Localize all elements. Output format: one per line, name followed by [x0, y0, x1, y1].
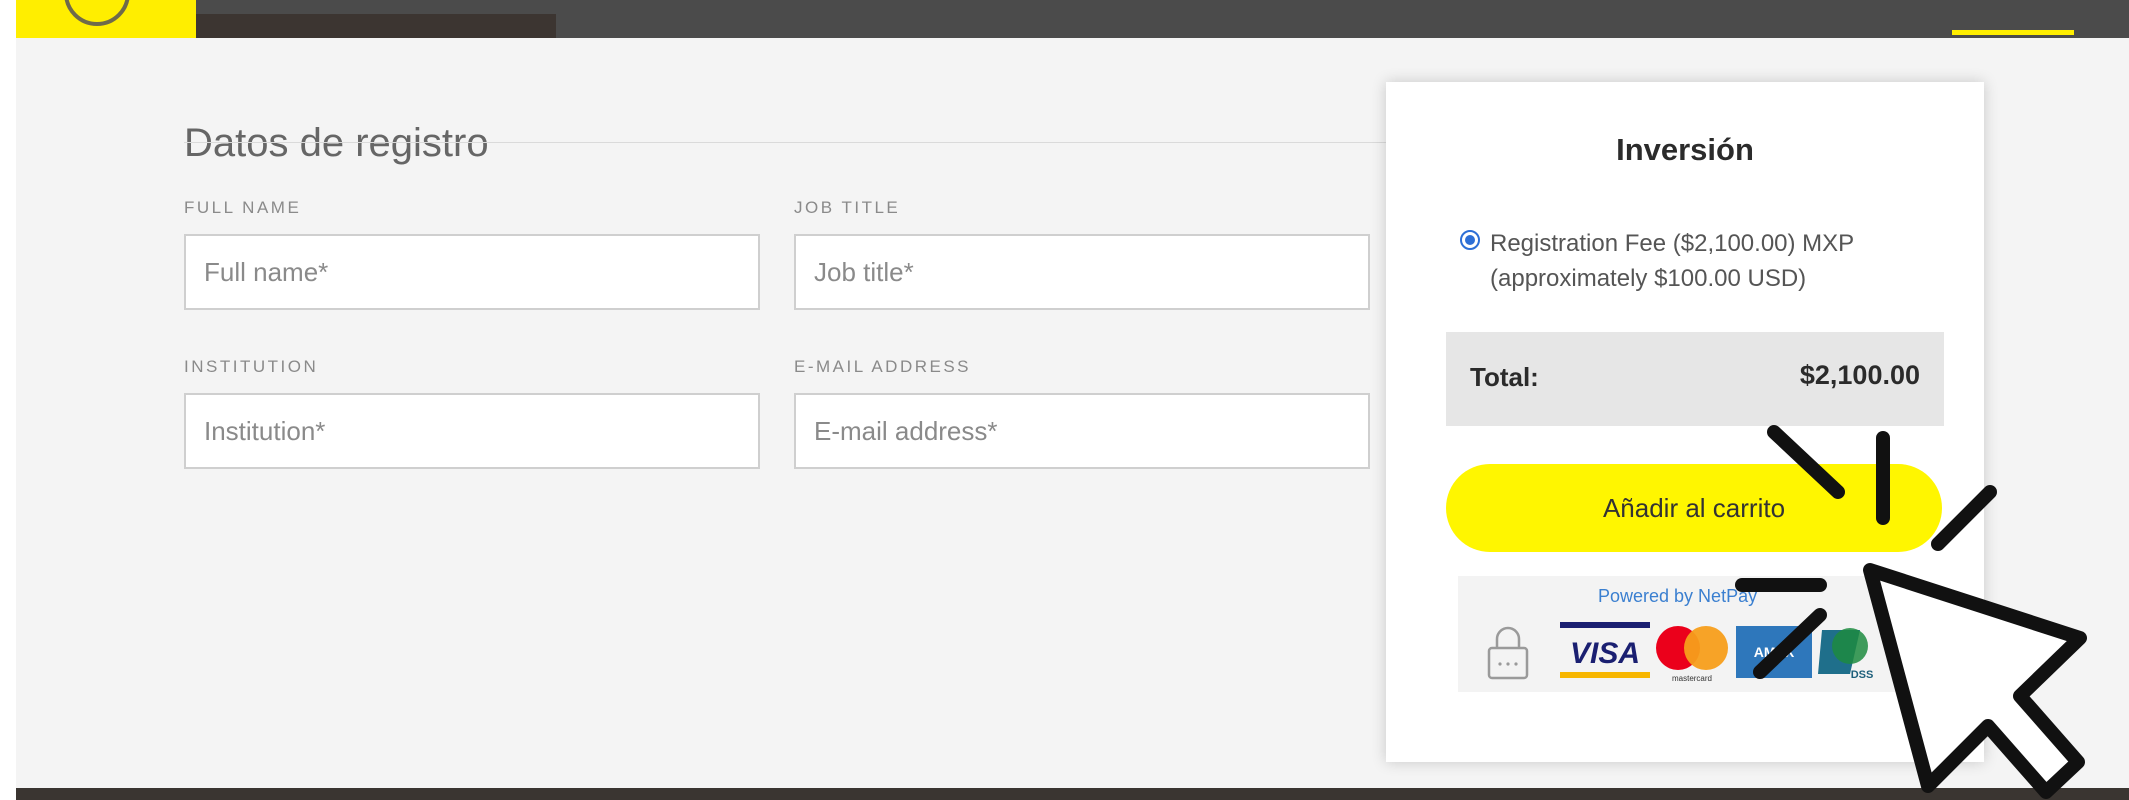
institution-label: INSTITUTION: [184, 357, 319, 376]
title-divider: [184, 142, 1388, 143]
top-navigation-bar: [16, 0, 2129, 38]
registration-fee-radio[interactable]: [1460, 230, 1480, 250]
mastercard-logo: mastercard: [1656, 626, 1728, 683]
total-label: Total:: [1470, 362, 1539, 392]
payment-panel: Powered by NetPay VISA mastercard AMEX D…: [1458, 576, 1900, 692]
pci-dss-logo: DSS: [1818, 628, 1873, 681]
visa-logo: VISA: [1560, 622, 1650, 678]
visa-text: VISA: [1570, 637, 1640, 670]
powered-by-text: Powered by NetPay: [1598, 586, 1758, 606]
total-value: $2,100.00: [1799, 360, 1920, 390]
amex-text: AMEX: [1754, 644, 1795, 660]
mastercard-text: mastercard: [1672, 674, 1712, 683]
active-nav-indicator: [1952, 30, 2074, 35]
investment-card: Inversión Registration Fee ($2,100.00) M…: [1386, 82, 1984, 762]
full-name-input[interactable]: [184, 234, 760, 310]
full-name-label: FULL NAME: [184, 198, 302, 217]
registration-fee-option[interactable]: Registration Fee ($2,100.00) MXP (approx…: [1490, 226, 1900, 296]
institution-input[interactable]: [184, 393, 760, 469]
page-frame: Datos de registro FULL NAME JOB TITLE IN…: [16, 0, 2129, 800]
footer-bar: [16, 788, 2129, 800]
radio-selected-dot: [1465, 235, 1475, 245]
email-input[interactable]: [794, 393, 1370, 469]
nav-segment: [196, 14, 556, 38]
dss-text: DSS: [1851, 669, 1874, 681]
logo-emblem-icon: [64, 0, 130, 26]
form-title: Datos de registro: [184, 121, 489, 166]
option-price-text: Registration Fee ($2,100.00) MXP: [1490, 230, 1855, 257]
site-logo[interactable]: [16, 0, 196, 38]
add-to-cart-button[interactable]: Añadir al carrito: [1446, 464, 1942, 552]
job-title-input[interactable]: [794, 234, 1370, 310]
total-row: Total: $2,100.00: [1446, 332, 1944, 426]
option-usd-text: (approximately $100.00 USD): [1490, 265, 1807, 292]
amex-logo: AMEX: [1736, 626, 1812, 678]
email-label: E-MAIL ADDRESS: [794, 357, 972, 376]
lock-icon: [1487, 626, 1529, 680]
payment-logos: VISA mastercard AMEX DSS: [1560, 622, 1873, 683]
investment-title: Inversión: [1616, 132, 1754, 167]
job-title-label: JOB TITLE: [794, 198, 901, 217]
